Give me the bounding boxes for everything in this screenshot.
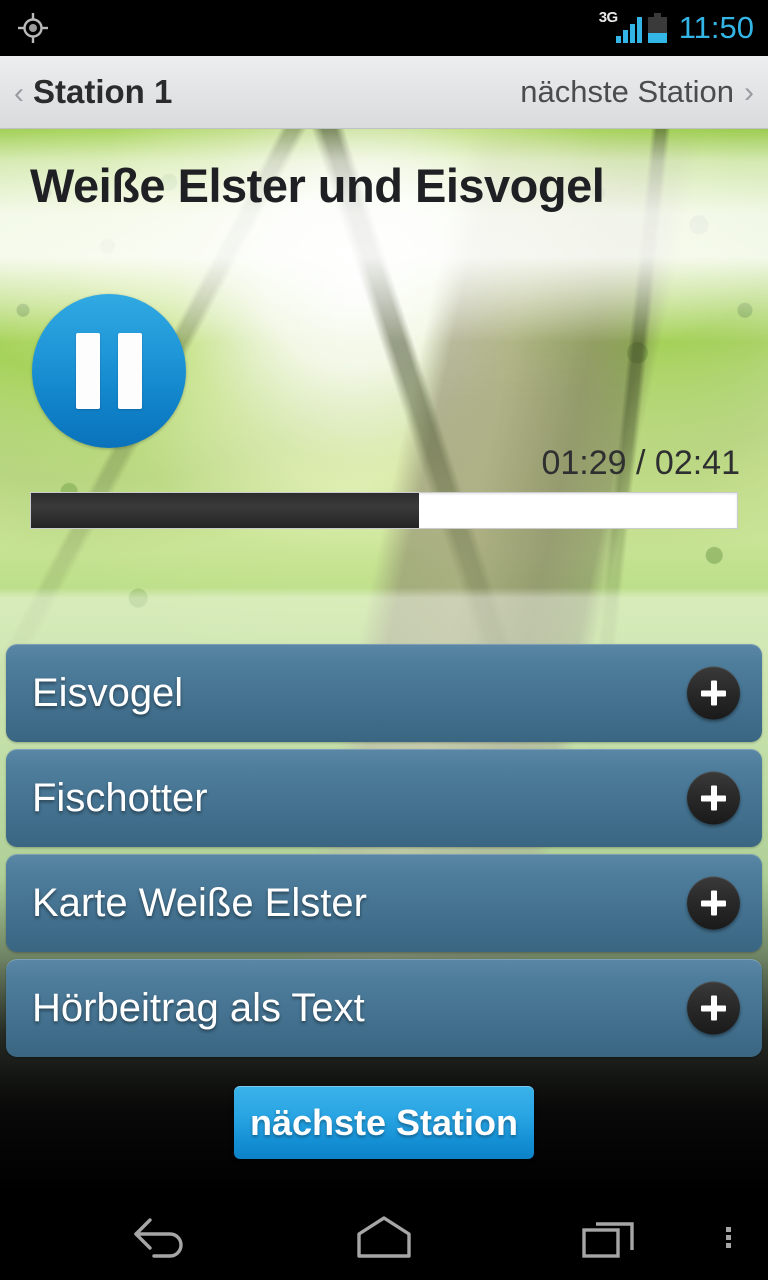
station-headline: Weiße Elster und Eisvogel: [30, 159, 605, 212]
back-button[interactable]: ‹ Station 1: [0, 73, 172, 111]
recent-apps-icon[interactable]: [572, 1195, 650, 1280]
list-item-label: Eisvogel: [32, 670, 184, 715]
list-item[interactable]: Hörbeitrag als Text: [6, 959, 762, 1057]
plus-icon[interactable]: [687, 666, 740, 720]
list-item-label: Hörbeitrag als Text: [32, 985, 365, 1030]
overflow-menu-icon[interactable]: [700, 1195, 756, 1280]
chevron-left-icon: ‹: [14, 77, 24, 110]
list-item[interactable]: Eisvogel: [6, 644, 762, 742]
android-status-bar: 3G 11:50: [0, 0, 768, 56]
playback-progress-fill: [31, 493, 420, 528]
list-item[interactable]: Fischotter: [6, 749, 762, 847]
pause-icon[interactable]: [32, 294, 186, 448]
phone-screen: 3G 11:50 ‹ Station 1 nächste Station › W…: [0, 0, 768, 1280]
list-item-label: Karte Weiße Elster: [32, 880, 367, 925]
next-station-nav-label: nächste Station: [520, 74, 734, 109]
android-navigation-bar: [0, 1195, 768, 1280]
page-title: Station 1: [33, 73, 173, 110]
signal-bars-icon: 3G: [599, 9, 642, 45]
app-title-bar: ‹ Station 1 nächste Station ›: [0, 56, 768, 129]
plus-icon[interactable]: [687, 981, 740, 1035]
location-crosshair-icon: [17, 12, 49, 44]
home-icon[interactable]: [345, 1195, 423, 1280]
list-item[interactable]: Karte Weiße Elster: [6, 854, 762, 952]
next-station-nav-button[interactable]: nächste Station ›: [520, 74, 768, 110]
related-links-list: Eisvogel Fischotter Karte Weiße Elster H…: [6, 644, 762, 1064]
plus-icon[interactable]: [687, 771, 740, 825]
main-content: Weiße Elster und Eisvogel 01:29 / 02:41 …: [0, 129, 768, 1195]
battery-icon: [647, 13, 667, 43]
next-station-button[interactable]: nächste Station: [234, 1086, 534, 1159]
next-station-button-label: nächste Station: [249, 1101, 519, 1143]
status-bar-clock: 11:50: [678, 10, 754, 45]
playback-timecode: 01:29 / 02:41: [541, 444, 740, 482]
plus-icon[interactable]: [687, 876, 740, 930]
playback-progress-bar[interactable]: [30, 492, 738, 529]
list-item-label: Fischotter: [32, 775, 208, 820]
chevron-right-icon: ›: [744, 76, 754, 109]
back-arrow-icon[interactable]: [122, 1195, 200, 1280]
audio-player: 01:29 / 02:41: [0, 279, 768, 529]
